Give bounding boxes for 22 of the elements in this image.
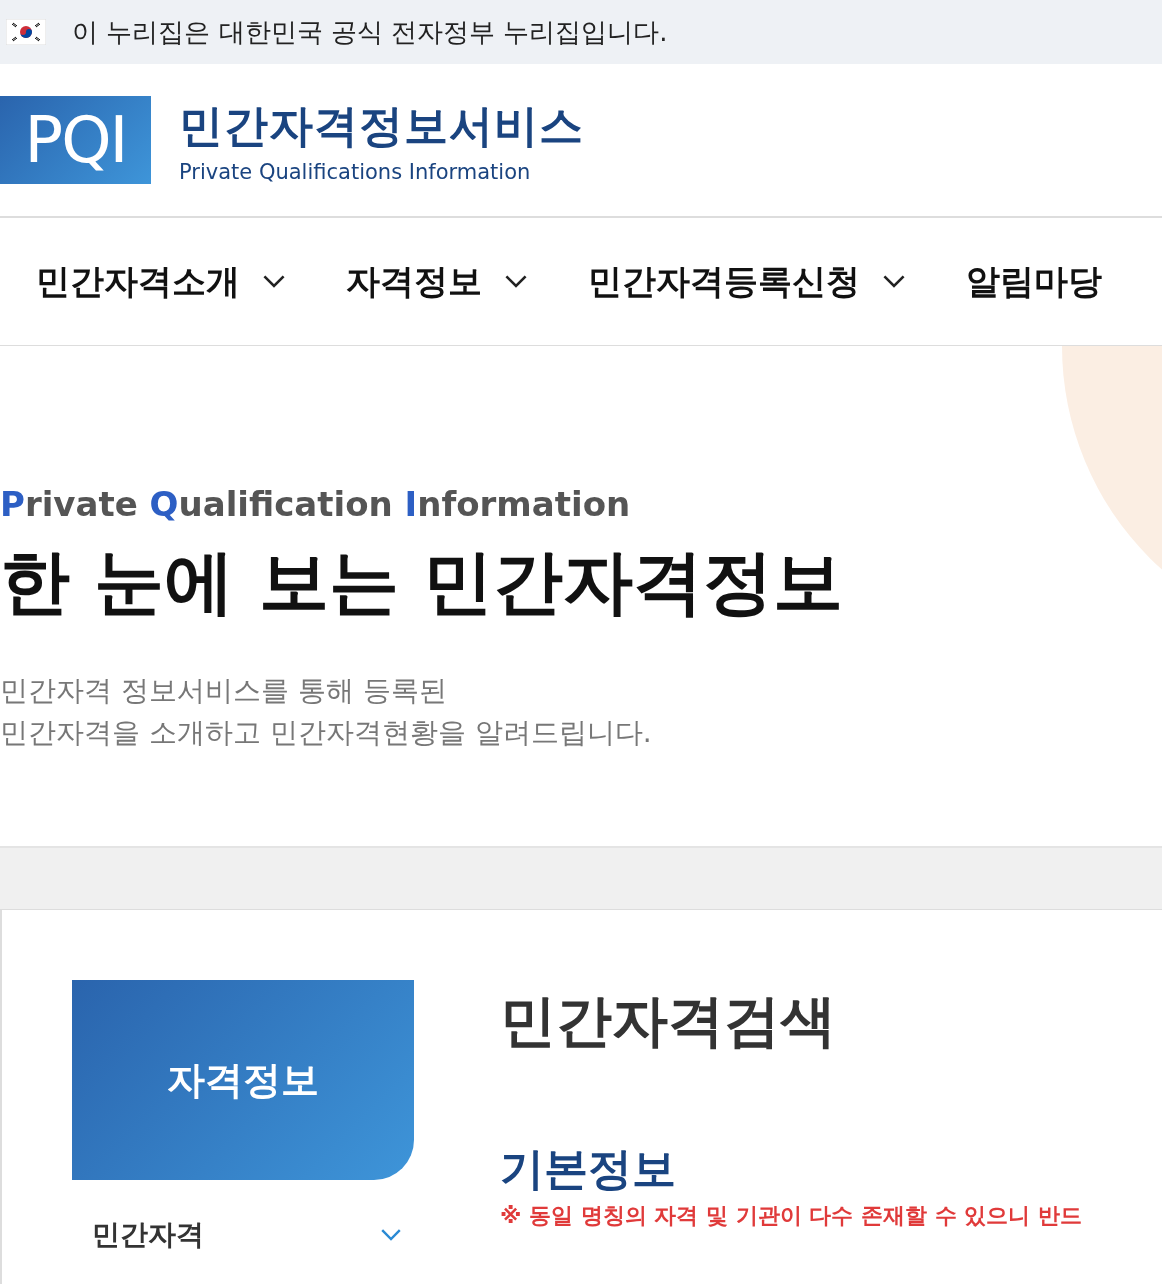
chevron-down-icon	[882, 274, 906, 289]
nav-menu-item[interactable]: 민간자격등록신청	[588, 258, 906, 305]
hero-eyebrow: Private Qualification Information	[0, 484, 632, 524]
flag-icon	[6, 19, 46, 45]
section-title: 기본정보	[500, 1142, 677, 1196]
nav-menu-item[interactable]: 자격정보	[346, 258, 528, 305]
chevron-down-icon	[380, 1228, 402, 1242]
gov-banner-text: 이 누리집은 대한민국 공식 전자정부 누리집입니다.	[72, 15, 668, 49]
logo-mark[interactable]: PQI	[0, 96, 151, 184]
sidebar-item[interactable]: 민간자격	[72, 1180, 414, 1254]
page-title: 민간자격검색	[500, 987, 837, 1055]
notice-text: ※ 동일 명칭의 자격 및 기관이 다수 존재할 수 있으니 반드	[500, 1202, 1082, 1230]
hero-description: 민간자격 정보서비스를 통해 등록된	[0, 673, 448, 709]
site-title: 민간자격정보서비스	[179, 98, 584, 153]
nav-menu-item[interactable]: 알림마당	[966, 258, 1102, 305]
site-subtitle: Private Qualifications Information	[179, 159, 532, 184]
hero-title: 한 눈에 보는 민간자격정보	[0, 540, 845, 625]
sidebar-title: 자격정보	[72, 980, 414, 1180]
nav-menu-item[interactable]: 민간자격소개	[36, 258, 286, 305]
chevron-down-icon	[504, 274, 528, 289]
chevron-down-icon	[262, 274, 286, 289]
hero-description: 민간자격을 소개하고 민간자격현황을 알려드립니다.	[0, 715, 653, 751]
